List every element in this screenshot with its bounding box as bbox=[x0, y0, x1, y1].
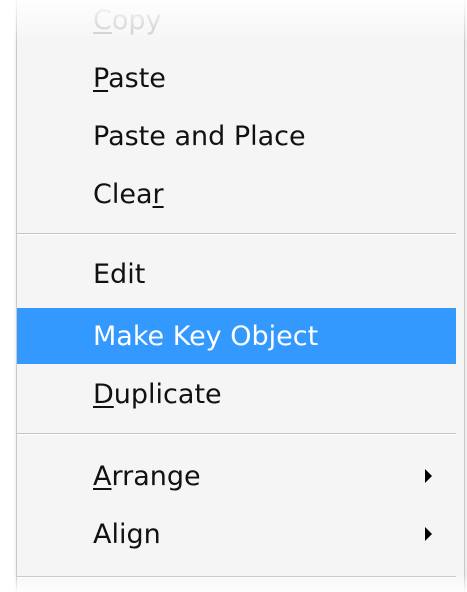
menu-item-align[interactable]: Align bbox=[17, 510, 456, 558]
menu-item-clear-label: Clear bbox=[93, 178, 164, 210]
menu-item-make-key-object-label: Make Key Object bbox=[93, 320, 319, 352]
menu-separator bbox=[17, 576, 456, 578]
menu-separator bbox=[17, 233, 456, 235]
menu-item-paste-and-place-label: Paste and Place bbox=[93, 120, 306, 152]
menu-item-align-label: Align bbox=[93, 518, 161, 550]
menu-item-clear[interactable]: Clear bbox=[17, 170, 456, 218]
menu-item-arrange-label: Arrange bbox=[93, 460, 201, 492]
menu-item-edit[interactable]: Edit bbox=[17, 250, 456, 298]
menu-item-edit-label: Edit bbox=[93, 258, 146, 290]
menu-item-paste-and-place[interactable]: Paste and Place bbox=[17, 112, 456, 160]
menu-separator bbox=[17, 433, 456, 435]
submenu-arrow-icon bbox=[425, 469, 432, 483]
context-menu: Copy Paste Paste and Place Clear Edit Ma… bbox=[16, 0, 465, 592]
menu-item-copy: Copy bbox=[17, 0, 456, 44]
menu-item-duplicate-label: Duplicate bbox=[93, 378, 222, 410]
menu-item-copy-label: Copy bbox=[93, 4, 162, 36]
menu-item-paste[interactable]: Paste bbox=[17, 54, 456, 102]
submenu-arrow-icon bbox=[425, 527, 432, 541]
screen: Copy Paste Paste and Place Clear Edit Ma… bbox=[0, 0, 467, 592]
menu-item-arrange[interactable]: Arrange bbox=[17, 452, 456, 500]
menu-item-duplicate[interactable]: Duplicate bbox=[17, 370, 456, 418]
menu-item-paste-label: Paste bbox=[93, 62, 166, 94]
menu-item-make-key-object[interactable]: Make Key Object bbox=[17, 308, 456, 364]
